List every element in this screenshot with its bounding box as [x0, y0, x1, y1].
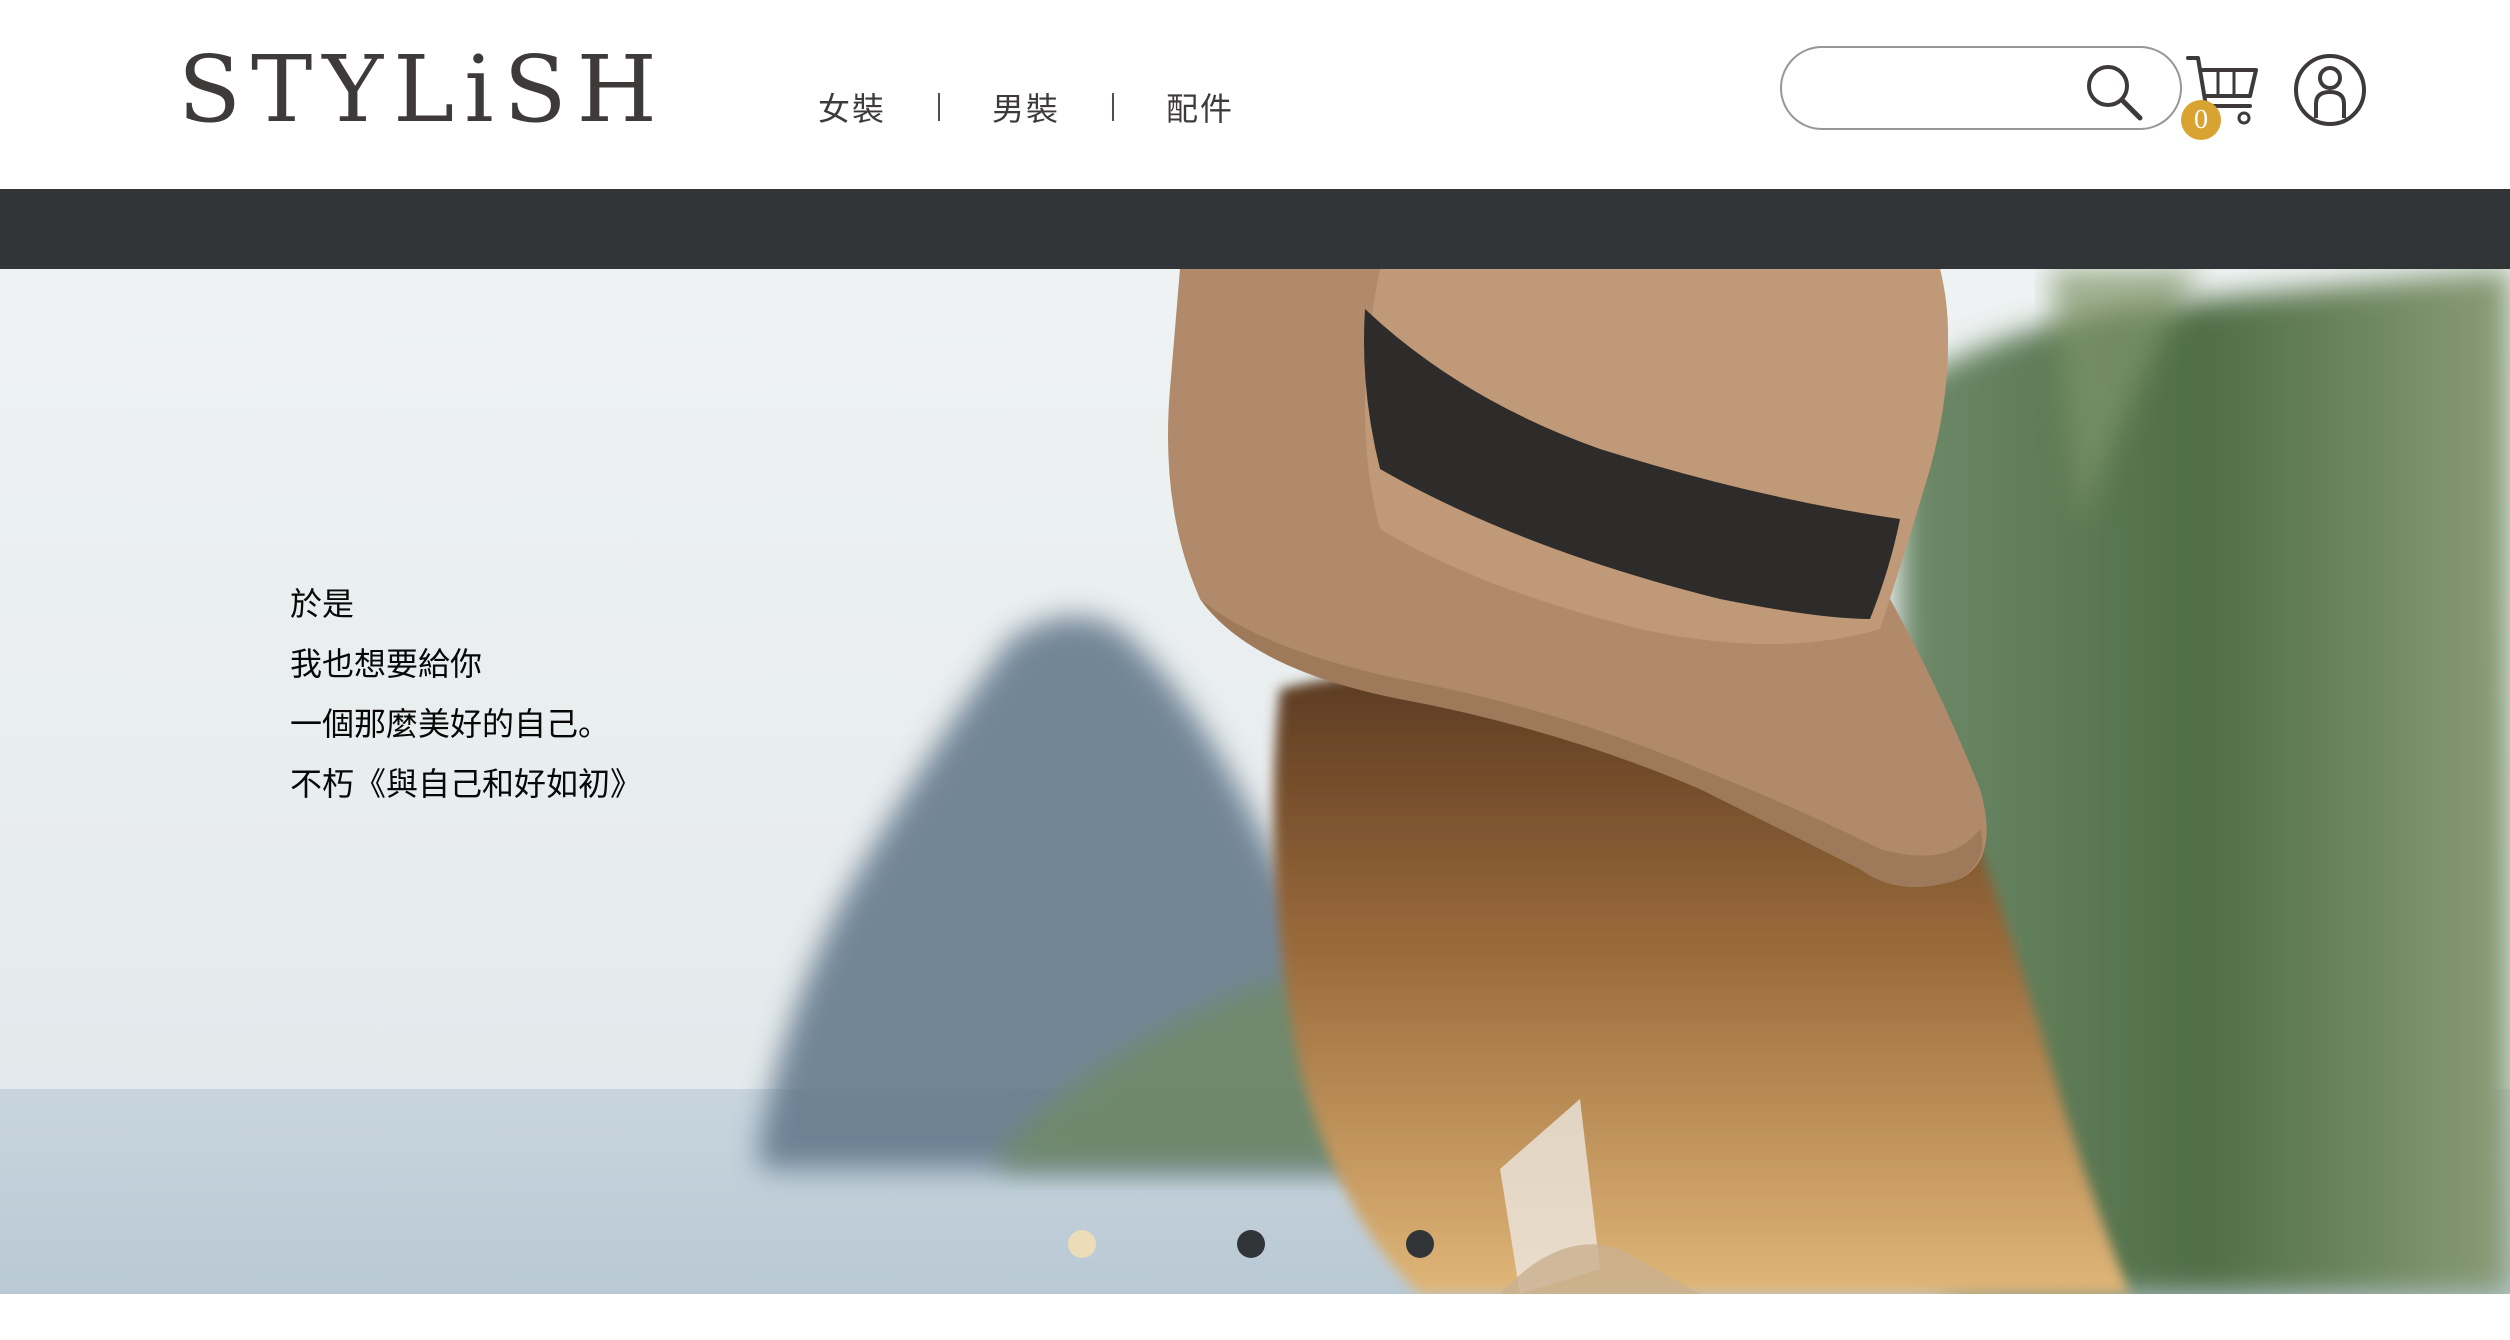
hero-banner[interactable]: 於是 我也想要給你 一個那麼美好的自己。 不朽《與自己和好如初》 — [0, 269, 2510, 1294]
search-input[interactable] — [1812, 62, 2092, 116]
cart-count-badge: 0 — [2181, 100, 2221, 140]
carousel-dots — [0, 1230, 2510, 1270]
carousel-dot[interactable] — [1068, 1230, 1096, 1258]
page-bottom — [0, 1294, 2510, 1340]
main-nav: 女裝 男裝 配件 — [818, 82, 1234, 132]
nav-divider — [938, 93, 941, 121]
hero-quote-line: 不朽《與自己和好如初》 — [290, 765, 643, 803]
header-divider-bar — [0, 189, 2510, 269]
hero-quote: 於是 我也想要給你 一個那麼美好的自己。 不朽《與自己和好如初》 — [290, 574, 642, 814]
hero-quote-line: 一個那麼美好的自己。 — [290, 705, 611, 743]
nav-divider — [1112, 93, 1115, 121]
search-icon[interactable] — [2082, 60, 2146, 124]
nav-women[interactable]: 女裝 — [818, 84, 886, 130]
member-icon[interactable] — [2292, 52, 2368, 128]
search-box — [1780, 46, 2182, 130]
nav-men[interactable]: 男裝 — [992, 84, 1060, 130]
carousel-dot[interactable] — [1406, 1230, 1434, 1258]
carousel-dot[interactable] — [1237, 1230, 1265, 1258]
hero-quote-line: 我也想要給你 — [290, 645, 483, 683]
site-header: STYLiSH 女裝 男裝 配件 0 — [0, 0, 2510, 189]
stylish-logo[interactable]: STYLiSH — [178, 40, 667, 140]
hero-quote-line: 於是 — [290, 585, 355, 623]
nav-accessories[interactable]: 配件 — [1166, 84, 1234, 130]
